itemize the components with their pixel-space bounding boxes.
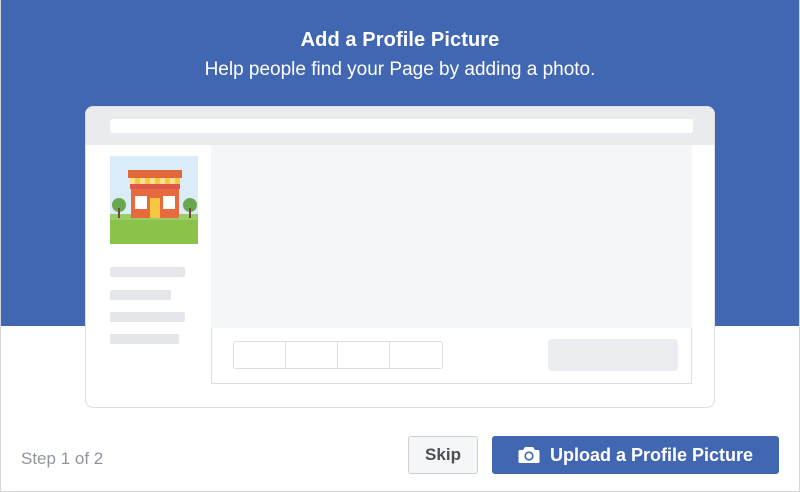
page-preview-illustration (85, 106, 715, 408)
preview-browser-bar (86, 107, 714, 145)
upload-button-label: Upload a Profile Picture (549, 444, 754, 465)
skip-button-label: Skip (425, 445, 461, 464)
preview-nav-line (110, 290, 171, 300)
preview-nav-line (110, 267, 185, 277)
dialog-subtitle: Help people find your Page by adding a p… (204, 59, 596, 80)
preview-action-bar (211, 328, 692, 384)
profile-picture-dialog: Add a Profile Picture Help people find y… (0, 0, 800, 492)
preview-cta-button (548, 339, 678, 371)
skip-button[interactable]: Skip (408, 436, 478, 474)
preview-button-group (233, 341, 443, 369)
preview-button (338, 342, 390, 368)
preview-nav-line (110, 312, 185, 322)
preview-profile-picture (110, 156, 198, 244)
preview-cover-area (211, 145, 692, 328)
camera-icon (518, 446, 540, 464)
preview-button (390, 342, 442, 368)
dialog-title: Add a Profile Picture (300, 29, 500, 51)
preview-address-bar (110, 119, 693, 133)
preview-nav-line (110, 334, 179, 344)
preview-button (286, 342, 338, 368)
step-indicator: Step 1 of 2 (21, 449, 104, 468)
preview-button (234, 342, 286, 368)
upload-profile-picture-button[interactable]: Upload a Profile Picture (492, 436, 779, 474)
storefront-illustration (110, 156, 198, 244)
